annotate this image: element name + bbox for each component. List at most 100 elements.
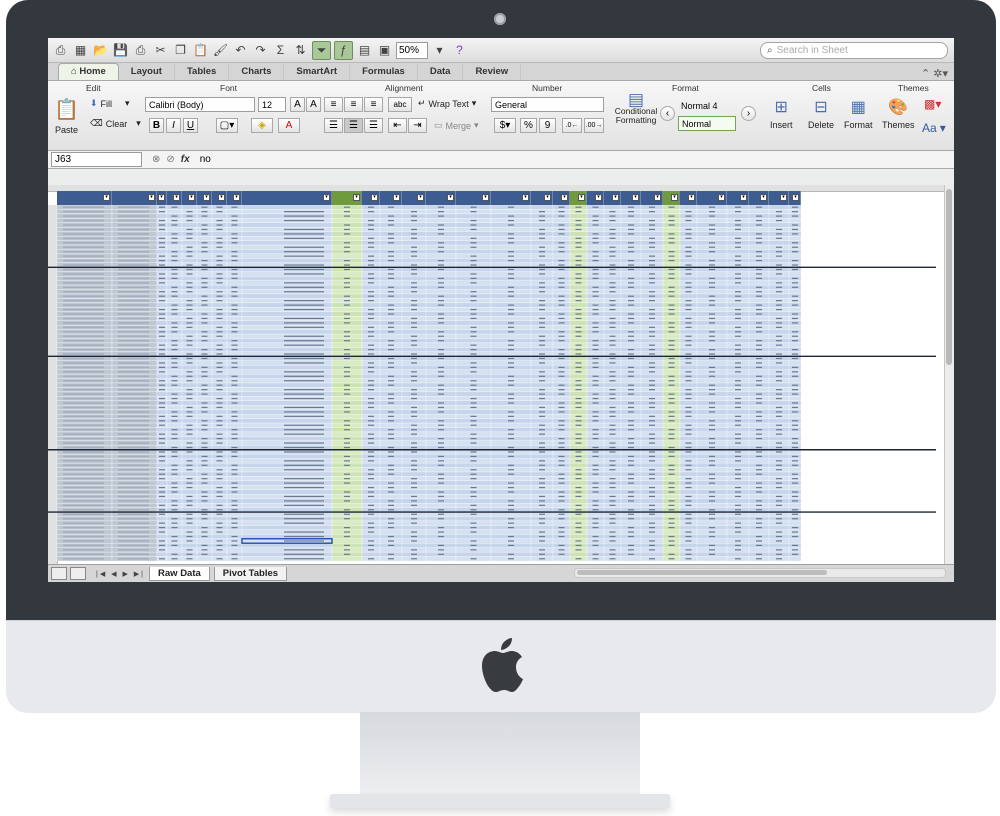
table-cell[interactable] [696,538,728,544]
table-cell[interactable] [586,387,605,393]
table-cell[interactable] [726,551,750,557]
table-cell[interactable] [226,280,243,286]
function-icon[interactable]: fx [181,154,190,165]
table-cell[interactable] [490,280,532,286]
tab-review[interactable]: Review [463,64,522,80]
table-cell[interactable] [455,498,492,504]
table-cell[interactable] [726,516,750,522]
conditional-formatting-button[interactable]: ▤ Conditional Formatting [614,91,658,125]
table-cell[interactable] [788,271,802,277]
table-cell[interactable] [679,222,698,228]
table-cell[interactable] [181,436,198,441]
filter-dropdown-icon[interactable]: ▾ [792,194,799,201]
table-cell[interactable] [726,320,750,326]
accounting-format-button[interactable]: $▾ [494,118,516,133]
table-cell[interactable] [640,338,664,344]
table-cell[interactable] [490,369,532,375]
table-cell[interactable] [662,405,681,410]
table-cell[interactable] [620,360,642,366]
table-cell[interactable] [379,333,403,339]
paste-icon[interactable]: 📋 [192,42,209,59]
table-cell[interactable] [425,253,457,259]
table-cell[interactable] [361,409,381,415]
table-cell[interactable] [181,240,198,246]
column-filter-header[interactable]: ▾ [587,191,604,205]
column-filter-header[interactable]: ▾ [332,191,362,205]
column-filter-header[interactable]: ▾ [727,191,749,205]
table-cell[interactable] [401,329,427,335]
decrease-indent-button[interactable]: ⇤ [388,118,407,133]
table-cell[interactable] [640,409,664,415]
table-cell[interactable] [490,209,532,215]
filter-dropdown-icon[interactable]: ▾ [760,194,767,201]
table-cell[interactable] [361,302,381,308]
shrink-font-button[interactable]: A [306,97,321,112]
table-cell[interactable] [490,316,532,321]
table-cell[interactable] [788,342,802,348]
grow-font-button[interactable]: A [290,97,305,112]
filter-dropdown-icon[interactable]: ▾ [371,194,378,201]
table-cell[interactable] [569,391,588,397]
table-cell[interactable] [620,431,642,437]
table-cell[interactable] [211,551,228,557]
table-cell[interactable] [726,213,750,219]
table-cell[interactable] [241,365,333,370]
table-cell[interactable] [166,227,183,232]
table-cell[interactable] [748,316,770,321]
table-cell[interactable] [696,253,728,259]
table-cell[interactable] [726,391,750,397]
table-cell[interactable] [569,516,588,522]
table-cell[interactable] [211,338,228,344]
table-cell[interactable] [788,485,802,490]
table-cell[interactable] [620,413,642,419]
table-cell[interactable] [569,480,588,486]
table-cell[interactable] [640,516,664,522]
table-cell[interactable] [662,298,681,304]
table-cell[interactable] [530,489,554,495]
increase-indent-button[interactable]: ⇥ [408,118,427,133]
table-cell[interactable] [788,467,802,473]
table-cell[interactable] [361,213,381,219]
column-filter-header[interactable]: ▾ [663,191,680,205]
table-cell[interactable] [603,454,622,459]
table-cell[interactable] [603,222,622,228]
vertical-scrollbar[interactable] [944,185,954,565]
filter-dropdown-icon[interactable]: ▾ [173,194,180,201]
table-cell[interactable] [603,382,622,388]
table-cell[interactable] [361,516,381,522]
table-cell[interactable] [679,293,698,299]
table-cell[interactable] [166,369,183,375]
wrap-text-button[interactable]: ↵ Wrap Text ▾ [418,98,476,109]
table-cell[interactable] [586,440,605,446]
table-cell[interactable] [211,231,228,237]
filter-dropdown-icon[interactable]: ▾ [148,194,155,201]
column-filter-header[interactable]: ▾ [426,191,456,205]
table-cell[interactable] [552,235,571,241]
table-cell[interactable] [361,534,381,539]
table-cell[interactable] [361,249,381,255]
table-cell[interactable] [620,520,642,526]
column-filter-header[interactable]: ▾ [380,191,402,205]
table-cell[interactable] [379,494,403,499]
table-cell[interactable] [196,307,213,312]
column-filter-header[interactable]: ▾ [157,191,167,205]
table-cell[interactable] [569,284,588,290]
table-cell[interactable] [530,222,554,228]
table-cell[interactable] [586,458,605,464]
table-cell[interactable] [726,373,750,379]
table-cell[interactable] [620,253,642,259]
table-cell[interactable] [226,369,243,375]
table-cell[interactable] [662,244,681,250]
table-cell[interactable] [455,427,492,433]
table-cell[interactable] [748,280,770,286]
table-cell[interactable] [379,244,403,250]
table-cell[interactable] [748,244,770,250]
table-cell[interactable] [530,418,554,424]
table-cell[interactable] [620,271,642,277]
table-cell[interactable] [166,494,183,499]
table-cell[interactable] [662,476,681,482]
table-cell[interactable] [586,529,605,535]
table-cell[interactable] [696,520,728,526]
table-cell[interactable] [768,525,790,530]
page-layout-view-icon[interactable] [70,567,86,580]
